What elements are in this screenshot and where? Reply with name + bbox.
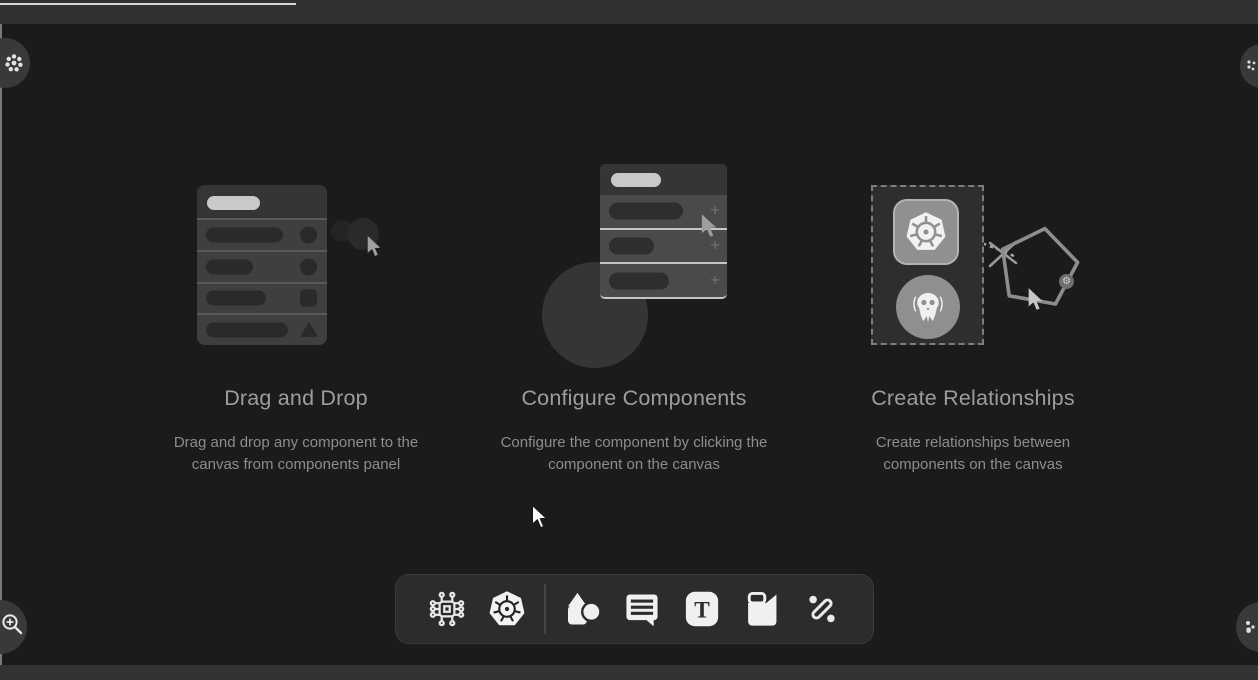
component-row bbox=[197, 250, 327, 282]
flower-icon bbox=[4, 53, 24, 73]
toolbar-text-button[interactable]: T bbox=[679, 586, 725, 632]
left-edge-divider bbox=[0, 24, 2, 665]
panel-title-pill bbox=[207, 196, 260, 210]
mouse-cursor bbox=[531, 504, 548, 529]
selection-dashed-box bbox=[871, 185, 984, 345]
mascot-node bbox=[896, 275, 960, 339]
config-row: + bbox=[600, 262, 727, 297]
magnifier-plus-icon bbox=[1, 613, 25, 637]
gear-icon[interactable]: ⚙ bbox=[1059, 274, 1074, 289]
component-row bbox=[197, 313, 327, 345]
comment-icon bbox=[622, 589, 662, 629]
toolbar-note-button[interactable] bbox=[739, 586, 785, 632]
plus-icon: + bbox=[710, 236, 720, 256]
feature-desc-drag-drop: Drag and drop any component to the canva… bbox=[156, 432, 436, 476]
bottom-bar bbox=[0, 665, 1258, 680]
cursor-icon bbox=[366, 235, 382, 257]
cursor-icon bbox=[700, 213, 718, 238]
toolbar-relationship-button[interactable] bbox=[799, 586, 845, 632]
feature-title-configure: Configure Components bbox=[484, 386, 784, 411]
svg-text:T: T bbox=[694, 597, 710, 623]
component-row bbox=[197, 218, 327, 250]
plus-icon: + bbox=[710, 270, 720, 290]
feature-desc-relationships: Create relationships between components … bbox=[853, 432, 1093, 476]
right-top-button[interactable] bbox=[1240, 44, 1258, 88]
toolbar-comment-button[interactable] bbox=[619, 586, 665, 632]
toolbar-mesh-component-button[interactable] bbox=[424, 586, 470, 632]
feature-title-drag-drop: Drag and Drop bbox=[146, 386, 446, 411]
right-top-icon bbox=[1246, 59, 1256, 73]
kubernetes-node bbox=[893, 199, 959, 265]
component-row bbox=[197, 282, 327, 314]
toolbar-shapes-button[interactable] bbox=[560, 586, 606, 632]
progress-line bbox=[0, 3, 296, 5]
panel-header bbox=[197, 185, 327, 218]
flower-menu-button[interactable] bbox=[0, 38, 30, 88]
text-tool-icon: T bbox=[682, 589, 722, 629]
cursor-icon bbox=[1027, 287, 1044, 311]
canvas-page: + + + bbox=[0, 0, 1258, 680]
shapes-icon bbox=[563, 589, 603, 629]
right-bottom-icon bbox=[1244, 619, 1256, 635]
kubernetes-icon bbox=[903, 209, 949, 255]
panel-header bbox=[600, 164, 727, 195]
feature-title-relationships: Create Relationships bbox=[823, 386, 1123, 411]
mesh-component-icon bbox=[428, 590, 466, 628]
kubernetes-icon bbox=[487, 589, 527, 629]
feature-desc-configure: Configure the component by clicking the … bbox=[484, 432, 784, 476]
note-icon bbox=[742, 589, 782, 629]
squid-mascot-icon bbox=[902, 281, 954, 333]
toolbar-kubernetes-button[interactable] bbox=[484, 586, 530, 632]
zoom-search-button[interactable] bbox=[0, 600, 27, 654]
relationship-edge-icon bbox=[802, 589, 842, 629]
panel-title-pill bbox=[611, 173, 661, 187]
right-bottom-button[interactable] bbox=[1236, 602, 1258, 652]
toolbar-divider bbox=[544, 584, 546, 634]
component-toolbar: T bbox=[395, 574, 874, 644]
drag-drop-panel-illustration bbox=[197, 185, 327, 345]
